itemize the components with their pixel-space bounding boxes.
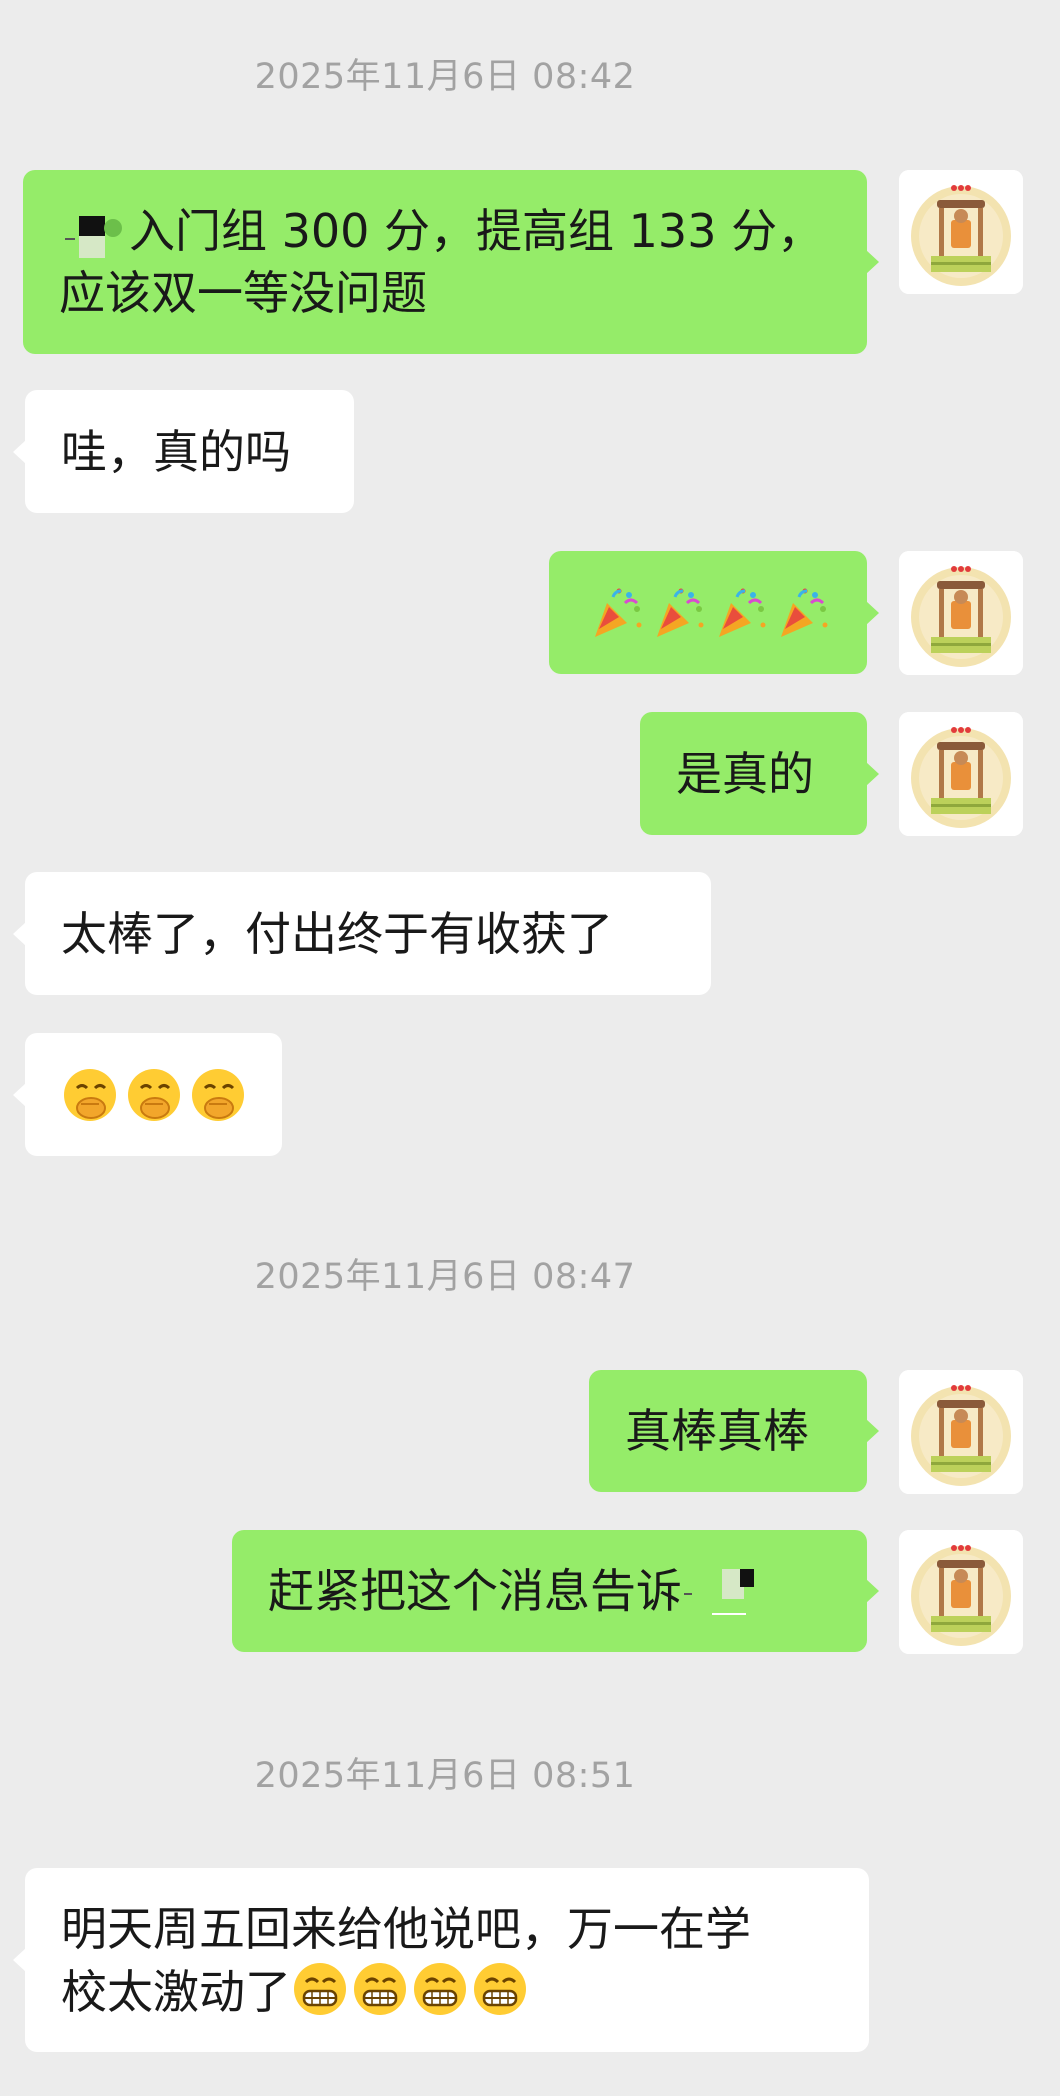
incoming-message[interactable]: 太棒了，付出终于有收获了 [13, 872, 711, 995]
emoji-group [589, 585, 831, 641]
incoming-message[interactable]: 明天周五回来给他说吧，万一在学 校太激动了 [13, 1868, 869, 2052]
incoming-message[interactable] [13, 1033, 282, 1156]
party-popper-icon [651, 585, 707, 641]
grin-icon [351, 1960, 409, 2018]
timestamp: 2025年11月6日 08:51 [254, 1756, 636, 1796]
outgoing-message[interactable]: 赶紧把这个消息告诉 [232, 1530, 879, 1652]
timestamp: 2025年11月6日 08:47 [254, 1257, 636, 1297]
hand-over-mouth-icon [189, 1066, 247, 1124]
emoji-group [61, 1066, 247, 1124]
self-avatar[interactable] [899, 170, 1023, 294]
message-text: 真棒真棒 [625, 1404, 809, 1458]
outgoing-message[interactable]: 入门组 300 分，提高组 133 分， 应该双一等没问题 [23, 170, 879, 354]
grin-icon [471, 1960, 529, 2018]
redacted-name [59, 206, 129, 262]
message-text: 明天周五回来给他说吧，万一在学 校太激动了 [61, 1901, 751, 2019]
grin-icon [411, 1960, 469, 2018]
outgoing-message[interactable]: 是真的 [640, 712, 879, 835]
grin-icon [291, 1960, 349, 2018]
outgoing-message[interactable] [549, 551, 879, 674]
message-text: 太棒了，付出终于有收获了 [61, 906, 613, 961]
outgoing-message[interactable]: 真棒真棒 [589, 1370, 879, 1492]
incoming-message[interactable]: 哇，真的吗 [13, 390, 354, 513]
party-popper-icon [775, 585, 831, 641]
party-popper-icon [713, 585, 769, 641]
timestamp: 2025年11月6日 08:42 [254, 57, 636, 97]
message-text: 入门组 300 分，提高组 133 分， 应该双一等没问题 [59, 203, 824, 321]
self-avatar[interactable] [899, 712, 1023, 836]
message-text: 是真的 [676, 746, 814, 801]
hand-over-mouth-icon [61, 1066, 119, 1124]
emoji-group [291, 1960, 529, 2018]
self-avatar[interactable] [899, 551, 1023, 675]
redacted-name [682, 1563, 772, 1619]
self-avatar[interactable] [899, 1530, 1023, 1654]
message-text: 赶紧把这个消息告诉 [268, 1564, 682, 1618]
message-text: 哇，真的吗 [61, 424, 291, 479]
hand-over-mouth-icon [125, 1066, 183, 1124]
self-avatar[interactable] [899, 1370, 1023, 1494]
party-popper-icon [589, 585, 645, 641]
